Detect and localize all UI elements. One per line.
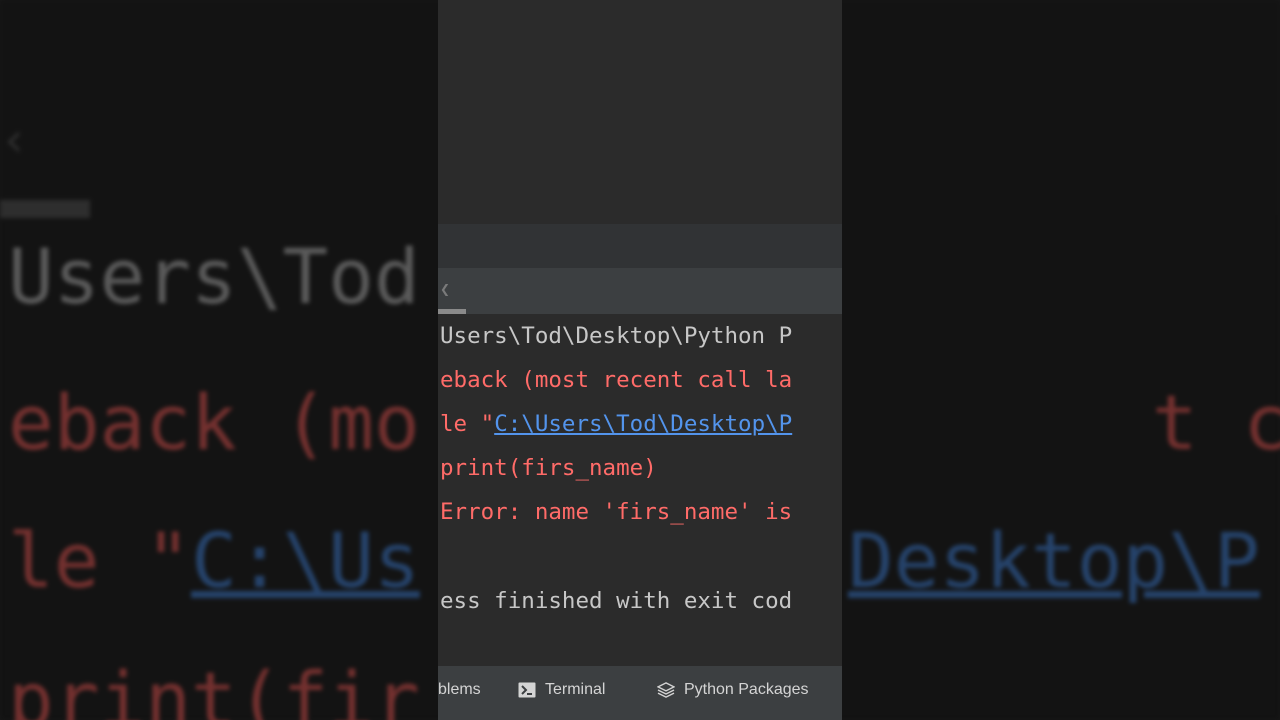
background-line: print(fir bbox=[8, 655, 420, 720]
terminal-tab[interactable]: Terminal bbox=[518, 666, 605, 714]
ide-panel: ❮ Users\Tod\Desktop\Python P eback (most… bbox=[438, 0, 842, 720]
layers-icon bbox=[657, 682, 675, 698]
console-line: Users\Tod\Desktop\Python P bbox=[440, 323, 793, 349]
chevron-left-icon[interactable]: ❮ bbox=[440, 282, 450, 296]
background-line: le "C:\Us bbox=[8, 516, 420, 605]
console-prefix: le " bbox=[440, 411, 495, 437]
background-line: eback (mo t call la bbox=[8, 378, 420, 467]
run-tabbar bbox=[438, 268, 842, 314]
chevron-left-icon: ‹ bbox=[0, 112, 29, 168]
problems-tab[interactable]: blems bbox=[438, 666, 481, 714]
background-line: Users\Tod \Python P bbox=[8, 232, 420, 321]
console-line: ess finished with exit cod bbox=[440, 588, 793, 614]
panel-header bbox=[438, 224, 842, 268]
background-line: Desktop\P bbox=[848, 516, 1260, 605]
run-console[interactable]: Users\Tod\Desktop\Python P eback (most r… bbox=[438, 314, 842, 666]
python-packages-tab[interactable]: Python Packages bbox=[657, 666, 809, 714]
console-line: Error: name 'firs_name' is bbox=[440, 499, 793, 525]
console-line: le "C:\Users\Tod\Desktop\P bbox=[440, 410, 792, 438]
python-packages-label: Python Packages bbox=[684, 681, 809, 698]
terminal-label: Terminal bbox=[545, 681, 606, 698]
background-line: Users\Tod \Python P bbox=[842, 232, 1280, 321]
background-left-blur: ‹ Users\Tod \Python P eback (mo t call l… bbox=[0, 0, 438, 720]
background-right-blur: Users\Tod \Python P eback (mo t call la … bbox=[842, 0, 1280, 720]
background-line: eback (mo t call la bbox=[1151, 378, 1280, 467]
problems-label: blems bbox=[438, 681, 481, 698]
terminal-icon bbox=[518, 682, 536, 698]
console-line: eback (most recent call la bbox=[440, 367, 793, 393]
console-line: print(firs_name) bbox=[440, 455, 657, 481]
tool-window-bar: blems Terminal Python Packages bbox=[438, 666, 842, 720]
file-path-link[interactable]: C:\Users\Tod\Desktop\P bbox=[494, 411, 792, 437]
editor-area bbox=[438, 0, 842, 224]
